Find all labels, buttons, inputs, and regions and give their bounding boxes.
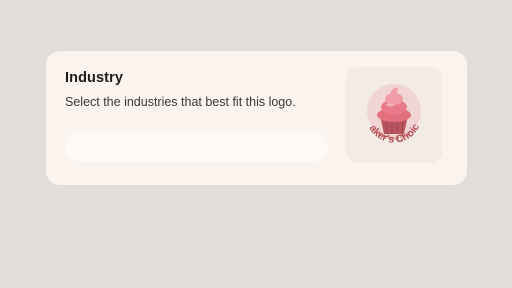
industry-instructions: Select the industries that best fit this… bbox=[65, 95, 296, 109]
industry-card: Industry Select the industries that best… bbox=[46, 51, 467, 185]
industry-input[interactable] bbox=[65, 131, 328, 162]
logo-preview: Baker's Choice family baked goods bbox=[346, 67, 442, 163]
logo-graphic: Baker's Choice family baked goods bbox=[346, 67, 422, 146]
industry-title: Industry bbox=[65, 70, 123, 86]
